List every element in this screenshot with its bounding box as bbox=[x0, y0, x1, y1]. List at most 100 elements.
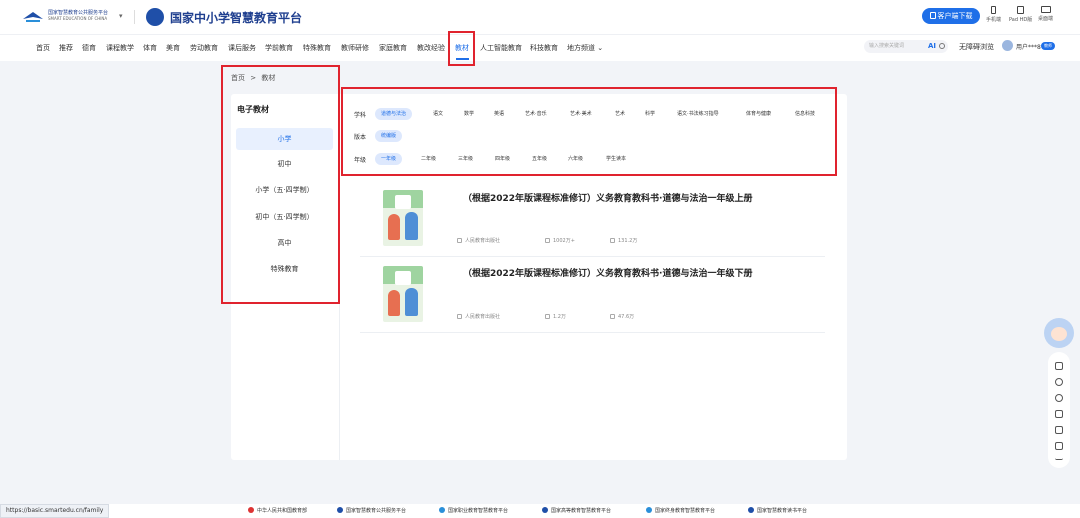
device-desktop[interactable]: 桌面端 bbox=[1038, 6, 1053, 22]
device-mobile-label: 手机端 bbox=[986, 17, 1002, 23]
assistant-mascot-icon[interactable] bbox=[1044, 318, 1074, 348]
nav-item-family[interactable]: 家庭教育 bbox=[379, 43, 407, 53]
search-placeholder: 输入搜索关键词 bbox=[869, 43, 905, 49]
logo-divider bbox=[134, 10, 135, 24]
book-title[interactable]: （根据2022年版课程标准修订）义务教育教科书·道德与法治一年级上册 bbox=[463, 191, 752, 204]
views-count: 131.2万 bbox=[618, 238, 638, 244]
cover-child-figure bbox=[405, 212, 418, 240]
book-likes: 1002万+ bbox=[545, 237, 575, 244]
nav-item-local-label: 地方频道 bbox=[567, 44, 595, 52]
footer-link-label: 国家智慧教育公共服务平台 bbox=[346, 508, 407, 514]
footer-link-label: 国家高等教育智慧教育平台 bbox=[551, 508, 612, 514]
book-likes: 1.2万 bbox=[545, 313, 566, 320]
footer-link-moe[interactable]: 中华人民共和国教育部 bbox=[248, 507, 307, 514]
cover-child-figure bbox=[388, 290, 400, 316]
download-icon bbox=[929, 12, 936, 19]
cover-title-block bbox=[395, 271, 411, 285]
footer-link-higher[interactable]: 国家高等教育智慧教育平台 bbox=[542, 507, 611, 514]
footer-link-reading[interactable]: 国家智慧教育读书平台 bbox=[748, 507, 807, 514]
book-title[interactable]: （根据2022年版课程标准修订）义务教育教科书·道德与法治一年级下册 bbox=[463, 266, 752, 279]
footer-link-label: 国家智慧教育读书平台 bbox=[757, 508, 808, 514]
footer-link-label: 国家职业教育智慧教育平台 bbox=[448, 508, 509, 514]
tablet-icon bbox=[1017, 6, 1025, 14]
list-divider bbox=[360, 256, 825, 257]
home-icon[interactable] bbox=[1055, 362, 1063, 370]
help-icon[interactable] bbox=[1055, 378, 1063, 386]
nav-item-reform[interactable]: 教改经验 bbox=[417, 43, 445, 53]
nav-item-preschool[interactable]: 学前教育 bbox=[265, 43, 293, 53]
device-desktop-label: 桌面端 bbox=[1038, 16, 1054, 22]
chevron-down-icon: ⌄ bbox=[597, 44, 604, 52]
nav-item-after-school[interactable]: 课后服务 bbox=[228, 43, 256, 53]
user-role-badge: 教师 bbox=[1041, 42, 1055, 50]
highlight-box-filters bbox=[341, 87, 837, 176]
phone-icon bbox=[991, 6, 996, 14]
eye-icon bbox=[610, 238, 615, 243]
document-icon[interactable] bbox=[1055, 426, 1063, 434]
platform-name-en: SMART EDUCATION OF CHINA bbox=[48, 16, 108, 21]
client-download-button[interactable]: 客户端下载 bbox=[922, 8, 980, 24]
platform-switch-chevron-icon[interactable]: ▾ bbox=[119, 12, 123, 20]
avatar[interactable] bbox=[1002, 40, 1013, 51]
device-pad[interactable]: Pad HD版 bbox=[1009, 6, 1032, 23]
publisher-name: 人民教育出版社 bbox=[465, 314, 501, 320]
cover-child-figure bbox=[405, 288, 418, 316]
likes-count: 1.2万 bbox=[553, 314, 566, 320]
thumb-up-icon bbox=[545, 238, 550, 243]
highlight-box-nav bbox=[448, 31, 475, 66]
publisher-icon bbox=[457, 314, 462, 319]
book-publisher: 人民教育出版社 bbox=[457, 313, 500, 320]
k12-platform-title[interactable]: 国家中小学智慧教育平台 bbox=[170, 9, 302, 26]
footer-link-label: 国家终身教育智慧教育平台 bbox=[655, 508, 716, 514]
book-views: 131.2万 bbox=[610, 237, 637, 244]
nav-item-ai-edu[interactable]: 人工智能教育 bbox=[480, 43, 522, 53]
footer-link-label: 中华人民共和国教育部 bbox=[257, 508, 308, 514]
book-cover-image[interactable] bbox=[383, 190, 423, 246]
top-bar: 国家智慧教育公共服务平台 SMART EDUCATION OF CHINA ▾ … bbox=[0, 0, 1080, 34]
footer: 中华人民共和国教育部 国家智慧教育公共服务平台 国家职业教育智慧教育平台 国家高… bbox=[0, 504, 1080, 518]
nav-item-local[interactable]: 地方频道 ⌄ bbox=[567, 43, 603, 53]
likes-count: 1002万+ bbox=[553, 238, 575, 244]
platform-logo-icon[interactable] bbox=[22, 10, 44, 24]
nav-item-recommend[interactable]: 推荐 bbox=[59, 43, 73, 53]
highlight-box-sidebar bbox=[221, 65, 340, 304]
views-count: 47.6万 bbox=[618, 314, 635, 320]
nav-item-teacher[interactable]: 教师研修 bbox=[341, 43, 369, 53]
footer-link-vocational[interactable]: 国家职业教育智慧教育平台 bbox=[439, 507, 508, 514]
copy-icon[interactable] bbox=[1055, 410, 1063, 418]
footer-link-lifelong[interactable]: 国家终身教育智慧教育平台 bbox=[646, 507, 715, 514]
platform-icon bbox=[748, 507, 754, 513]
eye-icon bbox=[610, 314, 615, 319]
book-views: 47.6万 bbox=[610, 313, 634, 320]
book-cover-image[interactable] bbox=[383, 266, 423, 322]
platform-icon bbox=[439, 507, 445, 513]
footer-link-public[interactable]: 国家智慧教育公共服务平台 bbox=[337, 507, 406, 514]
platform-icon bbox=[337, 507, 343, 513]
mascot-face bbox=[1051, 327, 1067, 341]
nav-item-moral[interactable]: 德育 bbox=[82, 43, 96, 53]
nav-item-home[interactable]: 首页 bbox=[36, 43, 50, 53]
nav-item-labor[interactable]: 劳动教育 bbox=[190, 43, 218, 53]
user-name[interactable]: 用户***8 bbox=[1016, 42, 1041, 51]
ai-search-icon[interactable]: AI bbox=[928, 40, 936, 53]
publisher-name: 人民教育出版社 bbox=[465, 238, 501, 244]
nav-item-courses[interactable]: 课程教学 bbox=[106, 43, 134, 53]
search-input[interactable]: 输入搜索关键词 AI bbox=[864, 40, 948, 53]
platform-icon bbox=[646, 507, 652, 513]
accessibility-link[interactable]: 无障碍浏览 bbox=[959, 42, 994, 52]
emblem-icon bbox=[248, 507, 254, 513]
back-to-top-icon[interactable] bbox=[1055, 456, 1063, 460]
device-mobile[interactable]: 手机端 bbox=[986, 6, 1001, 23]
device-pad-label: Pad HD版 bbox=[1009, 17, 1033, 23]
platform-logo-text[interactable]: 国家智慧教育公共服务平台 SMART EDUCATION OF CHINA bbox=[48, 10, 108, 22]
k12-logo-icon[interactable] bbox=[146, 8, 164, 26]
message-icon[interactable] bbox=[1055, 442, 1063, 450]
desktop-icon bbox=[1040, 6, 1051, 13]
nav-item-special[interactable]: 特殊教育 bbox=[303, 43, 331, 53]
shield-icon[interactable] bbox=[1055, 394, 1063, 402]
cover-child-figure bbox=[388, 214, 400, 240]
nav-item-pe[interactable]: 体育 bbox=[143, 43, 157, 53]
search-icon[interactable] bbox=[939, 43, 945, 49]
nav-item-tech-edu[interactable]: 科技教育 bbox=[530, 43, 558, 53]
nav-item-aesthetic[interactable]: 美育 bbox=[166, 43, 180, 53]
